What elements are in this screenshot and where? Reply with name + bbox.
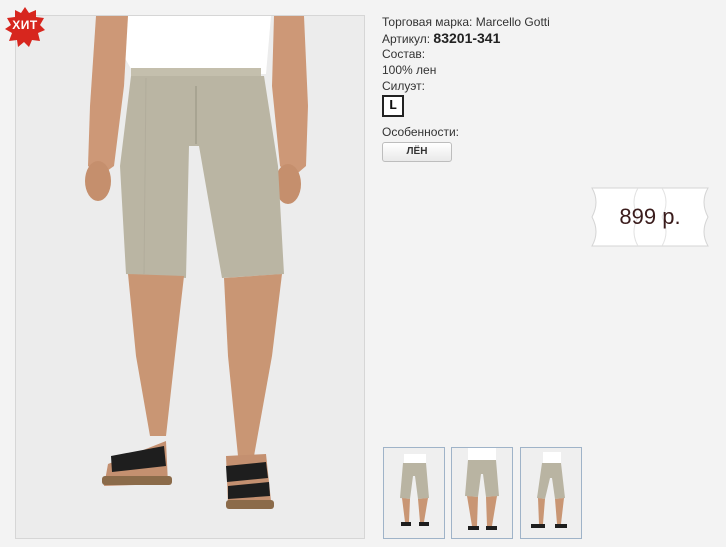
price-value: 899 р. — [619, 204, 681, 229]
thumbnail-image — [452, 448, 512, 538]
features-label: Особенности: — [382, 125, 460, 139]
fit-label: Силуэт: — [382, 79, 425, 93]
thumbnail-image — [521, 448, 581, 538]
thumbnail-front-view[interactable] — [383, 447, 445, 539]
main-product-image[interactable] — [15, 15, 365, 539]
hit-badge: ХИТ — [4, 6, 46, 48]
feature-linen-button[interactable]: ЛЁН — [382, 142, 452, 162]
brand-row: Торговая марка: Marcello Gotti — [382, 14, 702, 30]
shorts-photo — [16, 16, 364, 538]
price-tag: 899 р. — [582, 186, 718, 248]
thumbnail-front-close-view[interactable] — [451, 447, 513, 539]
composition-value: 100% лен — [382, 63, 437, 77]
sku-label: Артикул: — [382, 32, 431, 46]
thumbnail-image — [384, 448, 444, 538]
product-info: Торговая марка: Marcello Gotti Артикул: … — [382, 14, 702, 162]
thumbnail-side-view[interactable] — [520, 447, 582, 539]
brand-label: Торговая марка: — [382, 15, 473, 29]
fit-size-icon: L — [382, 95, 404, 117]
sku-value: 83201-341 — [433, 30, 501, 46]
brand-value: Marcello Gotti — [475, 15, 550, 29]
composition-label: Состав: — [382, 47, 426, 61]
sku-row: Артикул: 83201-341 — [382, 30, 702, 46]
hit-badge-label: ХИТ — [12, 18, 38, 32]
